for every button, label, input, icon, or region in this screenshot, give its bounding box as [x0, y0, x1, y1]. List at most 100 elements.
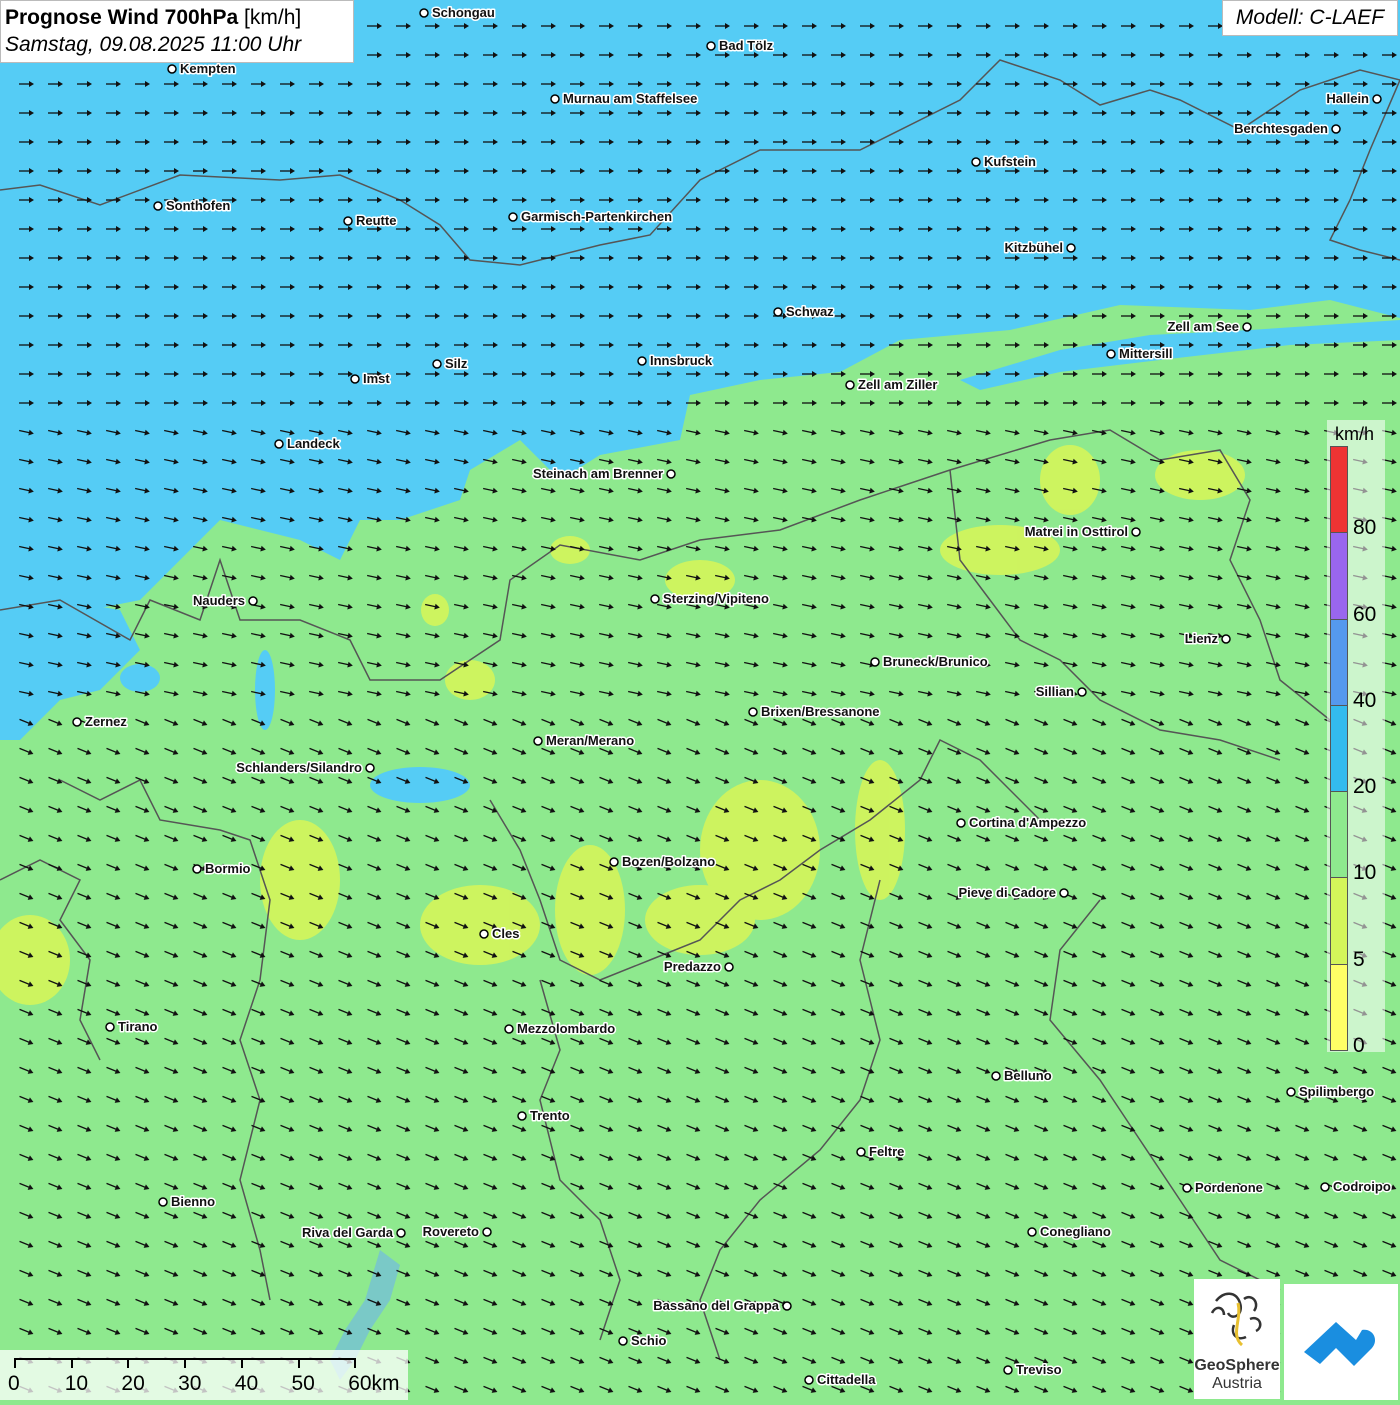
- city-label: Bienno: [171, 1194, 215, 1209]
- city-label: Silz: [445, 356, 468, 371]
- logo-country: Austria: [1212, 1375, 1262, 1392]
- city-marker[interactable]: Berchtesgaden: [1233, 120, 1341, 138]
- scale-label: 10: [64, 1372, 89, 1395]
- city-marker[interactable]: Steinach am Brenner: [531, 465, 676, 483]
- legend-swatch: [1330, 446, 1348, 534]
- scale-label: 20: [121, 1372, 145, 1395]
- legend-swatch: [1330, 618, 1348, 706]
- scale-tick: [240, 1358, 243, 1368]
- city-dot: [748, 707, 758, 717]
- city-marker[interactable]: Brixen/Bressanone: [748, 703, 881, 721]
- cloud-arrow-icon: [1304, 1322, 1376, 1366]
- city-dot: [1131, 527, 1141, 537]
- city-label: Reutte: [356, 213, 396, 228]
- weather-app-logo[interactable]: [1284, 1284, 1398, 1400]
- geosphere-logo[interactable]: GeoSphere Austria: [1194, 1279, 1280, 1399]
- city-dot: [618, 1336, 628, 1346]
- city-marker[interactable]: Matrei in Osttirol: [1023, 523, 1141, 541]
- city-dot: [773, 307, 783, 317]
- city-label: Berchtesgaden: [1234, 121, 1328, 136]
- city-dot: [609, 857, 619, 867]
- city-dot: [550, 94, 560, 104]
- wind-zone-high-spot: [255, 650, 275, 730]
- scale-tick: [127, 1358, 130, 1368]
- city-dot: [167, 64, 177, 74]
- scale-label: 30: [178, 1372, 202, 1395]
- city-dot: [650, 594, 660, 604]
- legend-label: 60: [1353, 602, 1377, 626]
- city-label: Pordenone: [1195, 1180, 1263, 1195]
- city-marker[interactable]: Schlanders/Silandro: [235, 759, 375, 777]
- color-legend: km/h 0 5 10 20 40 60 80: [1327, 420, 1385, 1057]
- legend-bar: 0 5 10 20 40 60 80: [1330, 446, 1376, 1057]
- city-dot: [248, 596, 258, 606]
- city-dot: [856, 1147, 866, 1157]
- city-dot: [956, 818, 966, 828]
- city-dot: [1320, 1182, 1330, 1192]
- city-label: Bozen/Bolzano: [622, 854, 715, 869]
- city-marker[interactable]: Sterzing/Vipiteno: [650, 590, 770, 608]
- city-dot: [804, 1375, 814, 1385]
- legend-label: 80: [1353, 516, 1377, 540]
- city-dot: [350, 374, 360, 384]
- city-dot: [1242, 322, 1252, 332]
- city-label: Murnau am Staffelsee: [563, 91, 697, 106]
- city-marker[interactable]: Mezzolombardo: [504, 1020, 617, 1038]
- city-dot: [153, 201, 163, 211]
- city-label: Lienz: [1185, 631, 1219, 646]
- legend-swatch: [1330, 791, 1348, 879]
- city-marker[interactable]: Pieve di Cadore: [957, 884, 1069, 902]
- city-label: Kitzbühel: [1005, 240, 1064, 255]
- city-marker[interactable]: Bassano del Grappa: [652, 1297, 792, 1315]
- city-dot: [432, 359, 442, 369]
- city-label: Meran/Merano: [546, 733, 634, 748]
- city-dot: [419, 8, 429, 18]
- city-marker[interactable]: Meran/Merano: [533, 732, 636, 750]
- map-title-main: Prognose Wind 700hPa: [5, 6, 239, 29]
- city-marker[interactable]: Schongau: [419, 4, 496, 22]
- city-marker[interactable]: Zell am See: [1166, 318, 1252, 336]
- wind-zone-high-spot: [120, 664, 160, 692]
- city-label: Mittersill: [1119, 346, 1172, 361]
- legend-swatch: [1330, 532, 1348, 620]
- city-label: Bad Tölz: [719, 38, 774, 53]
- city-marker[interactable]: Zell am Ziller: [845, 376, 939, 394]
- city-marker[interactable]: Cortina d'Ampezzo: [956, 814, 1088, 832]
- city-label: Sonthofen: [166, 198, 230, 213]
- legend-label: 20: [1353, 775, 1377, 799]
- scale-label: 0: [8, 1372, 20, 1395]
- city-label: Sterzing/Vipiteno: [663, 591, 769, 606]
- city-dot: [365, 763, 375, 773]
- city-label: Mezzolombardo: [517, 1021, 615, 1036]
- city-label: Schongau: [432, 5, 495, 20]
- city-marker[interactable]: Riva del Garda: [300, 1224, 406, 1242]
- city-label: Kufstein: [984, 154, 1036, 169]
- city-marker[interactable]: Sonthofen: [153, 197, 232, 215]
- city-marker[interactable]: Garmisch-Partenkirchen: [508, 208, 674, 226]
- city-label: Tirano: [118, 1019, 158, 1034]
- city-dot: [274, 439, 284, 449]
- city-dot: [1003, 1365, 1013, 1375]
- city-marker[interactable]: Murnau am Staffelsee: [550, 90, 699, 108]
- city-label: Feltre: [869, 1144, 904, 1159]
- city-dot: [782, 1301, 792, 1311]
- city-marker[interactable]: Innsbruck: [637, 352, 714, 370]
- map-title-unit: [km/h]: [244, 6, 302, 29]
- logo-name: GeoSphere: [1194, 1357, 1280, 1374]
- city-dot: [1372, 94, 1382, 104]
- city-marker[interactable]: Conegliano: [1027, 1223, 1112, 1241]
- city-label: Imst: [363, 371, 390, 386]
- city-marker[interactable]: Pordenone: [1182, 1179, 1264, 1197]
- city-label: Riva del Garda: [302, 1225, 394, 1240]
- city-marker[interactable]: Spilimbergo: [1286, 1083, 1376, 1101]
- city-dot: [508, 212, 518, 222]
- scale-tick: [184, 1358, 187, 1368]
- city-dot: [666, 469, 676, 479]
- legend-swatch: [1330, 704, 1348, 793]
- scale-label: 40: [234, 1372, 259, 1395]
- city-marker[interactable]: Bruneck/Brunico: [870, 653, 989, 671]
- city-dot: [1066, 243, 1076, 253]
- city-dot: [482, 1227, 492, 1237]
- city-marker[interactable]: Bozen/Bolzano: [609, 853, 717, 871]
- wind-map: Schongau Bad Tölz Kempten Murnau am Staffel…: [0, 0, 1400, 1400]
